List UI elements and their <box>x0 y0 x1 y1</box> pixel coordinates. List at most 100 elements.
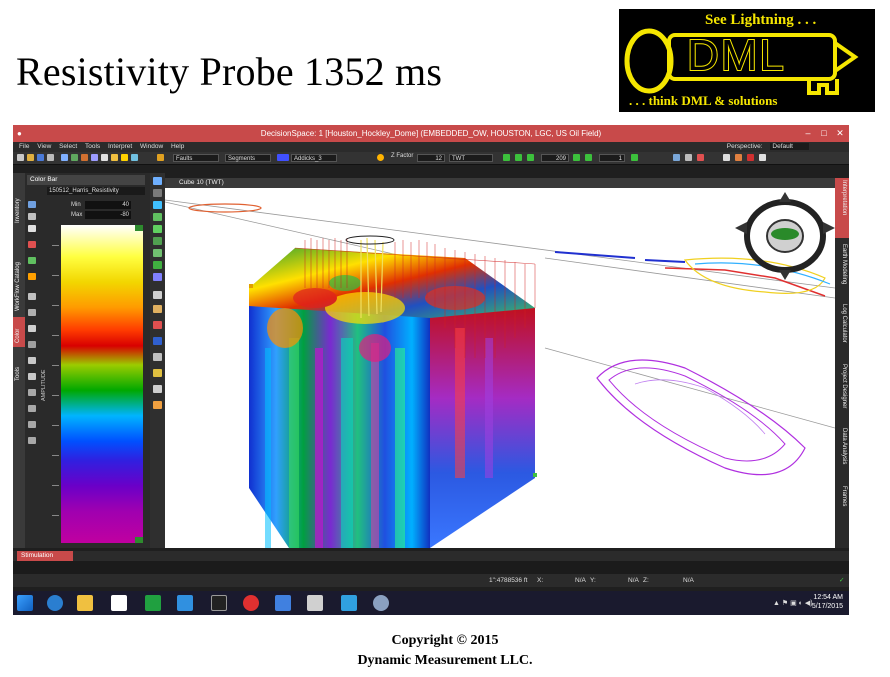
fault-tool-icon[interactable] <box>153 225 162 233</box>
faults-select[interactable]: Faults <box>173 154 219 162</box>
minimize-icon[interactable]: – <box>801 125 815 142</box>
pencil-icon[interactable] <box>157 154 164 161</box>
flip-icon[interactable] <box>28 325 36 332</box>
zoom-icon[interactable] <box>91 154 98 161</box>
play-last-icon[interactable] <box>631 154 638 161</box>
grid-icon[interactable] <box>673 154 680 161</box>
tab-workflow-catalog[interactable]: WorkFlow Catalog <box>13 229 25 313</box>
histogram-icon[interactable] <box>28 389 36 396</box>
paint-icon[interactable] <box>307 595 323 611</box>
store-icon[interactable] <box>145 595 161 611</box>
layers-icon[interactable] <box>685 154 692 161</box>
close-icon[interactable]: ✕ <box>833 125 847 142</box>
frame-input[interactable]: 209 <box>541 154 569 162</box>
play-forward-icon[interactable] <box>573 154 580 161</box>
link-icon[interactable] <box>28 257 36 264</box>
swap-icon[interactable] <box>28 293 36 300</box>
help-icon[interactable] <box>747 154 754 161</box>
menu-window[interactable]: Window <box>140 143 163 150</box>
lock-icon[interactable] <box>28 309 36 316</box>
menu-select[interactable]: Select <box>59 143 77 150</box>
home-icon[interactable] <box>111 595 127 611</box>
3d-viewport[interactable] <box>165 188 835 548</box>
step-forward-icon[interactable] <box>585 154 592 161</box>
tab-tools[interactable]: Tools <box>13 349 25 385</box>
volume-tool-icon[interactable] <box>153 261 162 269</box>
export-icon[interactable] <box>28 373 36 380</box>
fit-icon[interactable] <box>111 154 118 161</box>
color-bar-bottom-handle-icon[interactable] <box>135 537 143 543</box>
save-icon[interactable] <box>37 154 44 161</box>
draw-tool-icon[interactable] <box>153 401 162 409</box>
slice-tool-icon[interactable] <box>153 189 162 197</box>
pan-icon[interactable] <box>81 154 88 161</box>
color-bar-top-handle-icon[interactable] <box>135 225 143 231</box>
tab-cube-view[interactable]: Cube 10 (TWT) <box>165 178 835 188</box>
panel-icon[interactable] <box>759 154 766 161</box>
step-back-icon[interactable] <box>515 154 522 161</box>
tab-frames[interactable]: Frames <box>835 484 849 524</box>
palette-icon[interactable] <box>28 225 36 232</box>
seismic-tool-icon[interactable] <box>153 273 162 281</box>
tab-color[interactable]: Color <box>13 317 25 347</box>
settings-icon[interactable] <box>723 154 730 161</box>
domain-select[interactable]: TWT <box>449 154 493 162</box>
play-first-icon[interactable] <box>503 154 510 161</box>
color-bar-gradient[interactable] <box>61 225 143 543</box>
play-back-icon[interactable] <box>527 154 534 161</box>
tab-interpretation[interactable]: Interpretation <box>835 178 849 238</box>
min-input[interactable]: 40 <box>85 201 131 209</box>
tab-inventory[interactable]: Inventory <box>13 173 25 227</box>
box-tool-icon[interactable] <box>153 337 162 345</box>
menu-view[interactable]: View <box>37 143 51 150</box>
clip-icon[interactable] <box>28 405 36 412</box>
media-icon[interactable] <box>275 595 291 611</box>
well-tool-icon[interactable] <box>153 213 162 221</box>
pointer-app-icon[interactable] <box>211 595 227 611</box>
tab-log-calculator[interactable]: Log Calculator <box>835 302 849 358</box>
color-bar-name[interactable]: 150512_Harris_Resistivity <box>47 187 145 195</box>
select-icon[interactable] <box>61 154 68 161</box>
windows-start-icon[interactable] <box>17 595 33 611</box>
file-explorer-icon[interactable] <box>77 595 93 611</box>
step-input[interactable]: 1 <box>599 154 625 162</box>
reset-icon[interactable] <box>28 437 36 444</box>
maximize-icon[interactable]: □ <box>817 125 831 142</box>
internet-explorer-icon[interactable] <box>47 595 63 611</box>
segments-select[interactable]: Segments <box>225 154 271 162</box>
menu-tools[interactable]: Tools <box>85 143 100 150</box>
opacity-icon[interactable] <box>28 421 36 428</box>
settings-icon[interactable] <box>341 595 357 611</box>
sun-icon[interactable] <box>377 154 384 161</box>
z-factor-input[interactable]: 12 <box>417 154 445 162</box>
camera-icon[interactable] <box>131 154 138 161</box>
refresh-icon[interactable] <box>28 213 36 220</box>
mail-icon[interactable] <box>177 595 193 611</box>
system-tray-icons[interactable]: ▲ ⚑ ▣ ◐ ◀) <box>773 599 813 607</box>
invert-icon[interactable] <box>28 341 36 348</box>
menu-interpret[interactable]: Interpret <box>108 143 132 150</box>
image-icon[interactable] <box>735 154 742 161</box>
light-icon[interactable] <box>121 154 128 161</box>
probe-tool-icon[interactable] <box>153 237 162 245</box>
surface-tool-icon[interactable] <box>153 249 162 257</box>
note-tool-icon[interactable] <box>153 385 162 393</box>
edit-icon[interactable] <box>28 201 36 208</box>
menu-file[interactable]: File <box>19 143 29 150</box>
brush-icon[interactable] <box>28 273 36 280</box>
map-tool-icon[interactable] <box>153 291 162 299</box>
menu-help[interactable]: Help <box>171 143 184 150</box>
table-tool-icon[interactable] <box>153 353 162 361</box>
globe-icon[interactable] <box>373 595 389 611</box>
home-view-icon[interactable] <box>101 154 108 161</box>
tab-project-designer[interactable]: Project Designer <box>835 362 849 422</box>
tab-stimulation[interactable]: Stimulation <box>17 551 73 561</box>
taskbar-clock[interactable]: 12:54 AM 5/17/2015 <box>812 593 843 611</box>
max-input[interactable]: -80 <box>85 211 131 219</box>
perspective-selector[interactable]: Perspective: Default <box>721 142 809 152</box>
picker-icon[interactable] <box>28 241 36 248</box>
tab-earth-modeling[interactable]: Earth Modeling <box>835 242 849 298</box>
rotate-icon[interactable] <box>71 154 78 161</box>
chart-icon[interactable] <box>697 154 704 161</box>
layer-tool-icon[interactable] <box>153 305 162 313</box>
